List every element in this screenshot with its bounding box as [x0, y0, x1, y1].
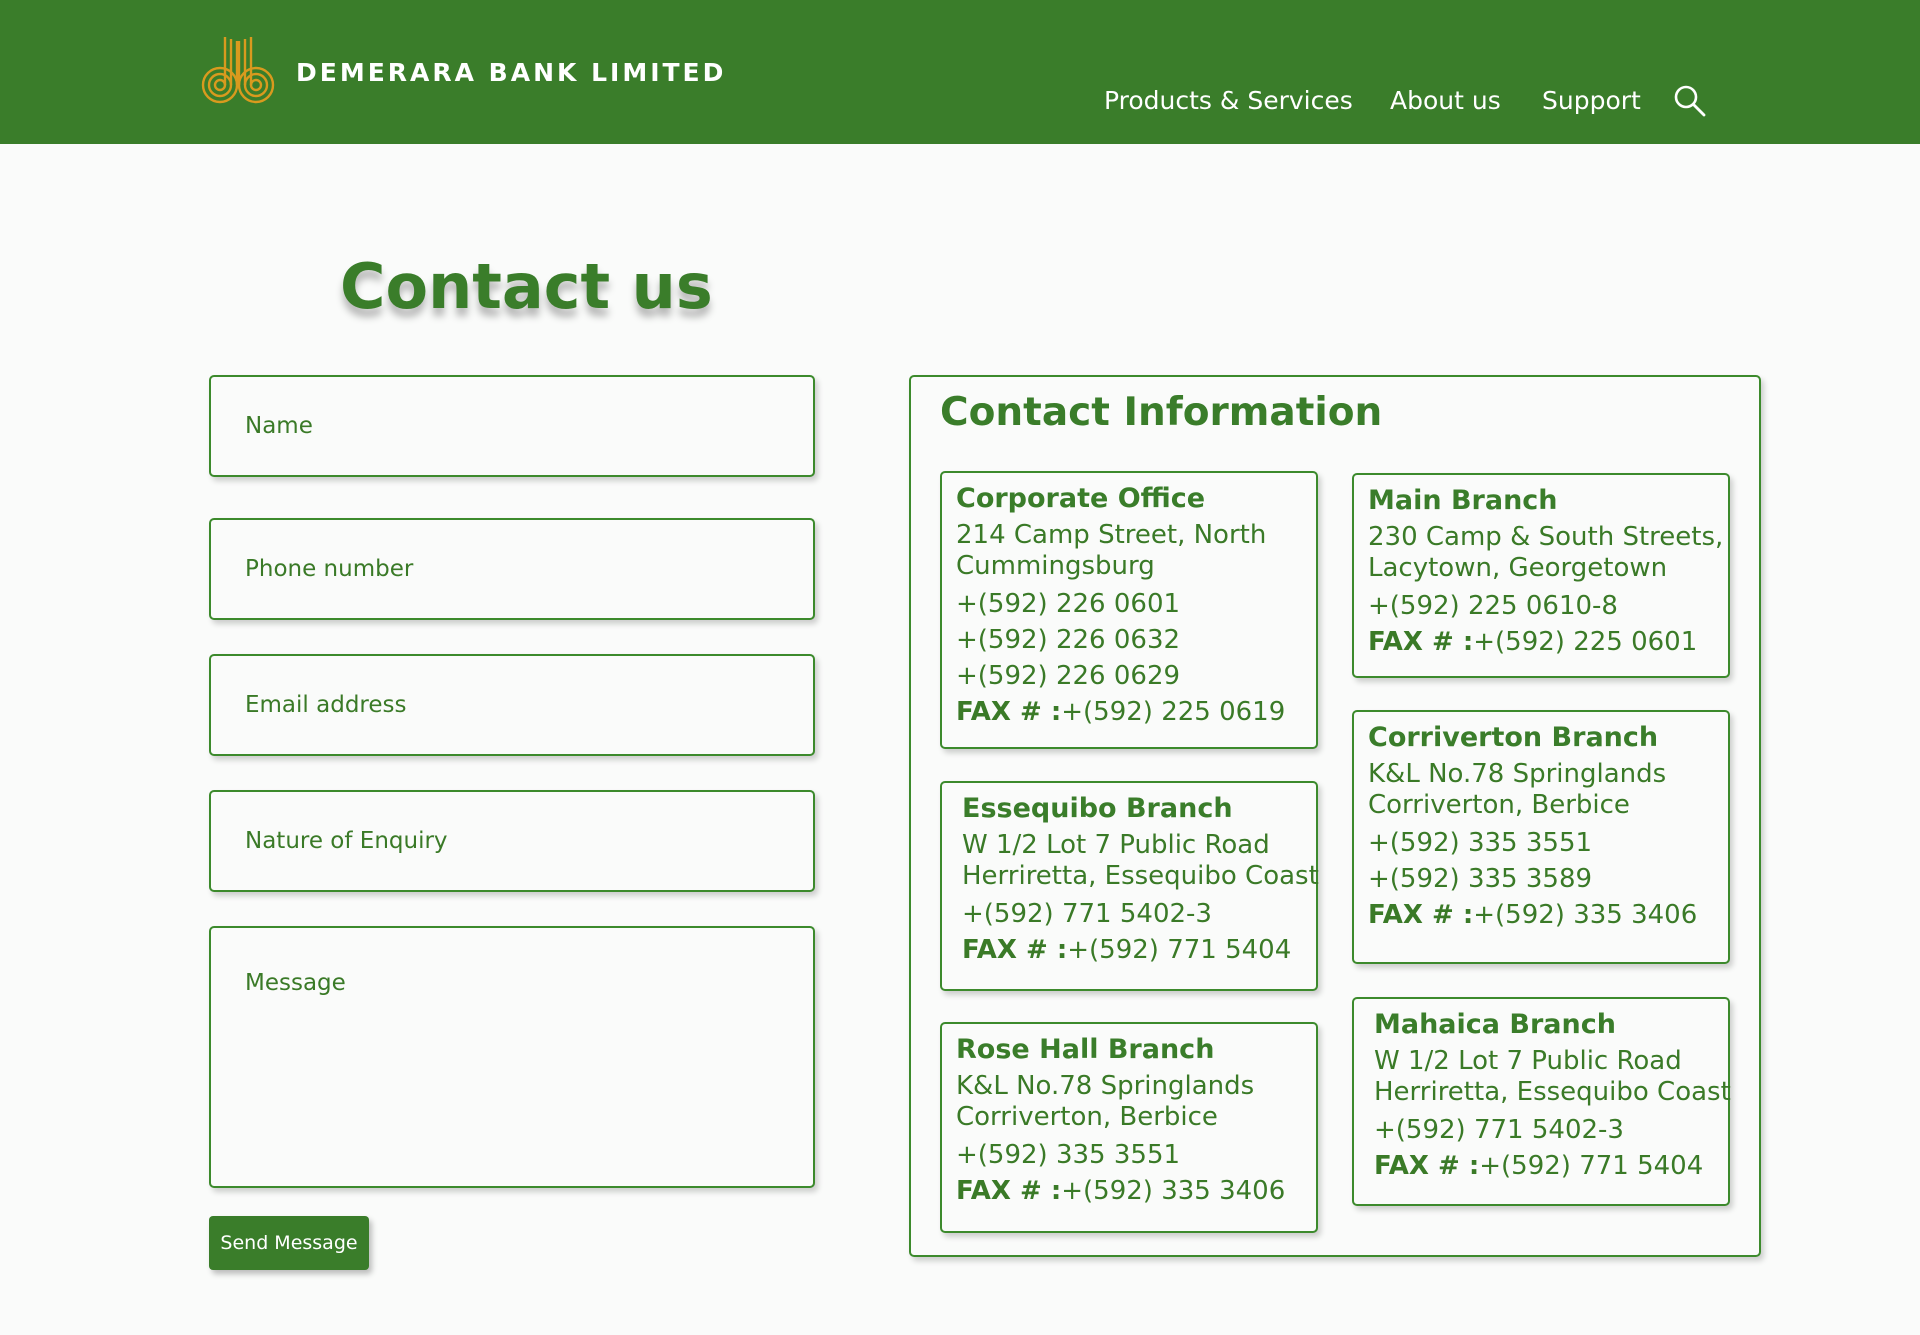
branch-name: Mahaica Branch	[1374, 1009, 1616, 1040]
phone-input[interactable]	[209, 518, 815, 620]
branch-card-corporate-office: Corporate Office 214 Camp Street, North …	[940, 471, 1318, 749]
phone-number[interactable]: +(592) 226 0629	[956, 658, 1304, 694]
fax-number: FAX # :+(592) 771 5404	[962, 932, 1304, 968]
name-input[interactable]	[209, 375, 815, 477]
fax-label: FAX # :	[962, 935, 1068, 965]
nav-about-us[interactable]: About us	[1390, 86, 1501, 115]
branch-address: W 1/2 Lot 7 Public Road Herriretta, Esse…	[1374, 1046, 1731, 1108]
address-line: W 1/2 Lot 7 Public Road	[1374, 1046, 1682, 1076]
fax-label: FAX # :	[1374, 1151, 1480, 1181]
header-bar: DEMERARA BANK LIMITED Products & Service…	[0, 0, 1920, 144]
address-line: Corriverton, Berbice	[1368, 790, 1630, 820]
address-line: 230 Camp & South Streets,	[1368, 522, 1724, 552]
phone-number[interactable]: +(592) 771 5402-3	[1374, 1112, 1716, 1148]
branch-address: K&L No.78 Springlands Corriverton, Berbi…	[956, 1071, 1304, 1133]
fax-value: +(592) 225 0601	[1473, 627, 1698, 657]
branch-address: 230 Camp & South Streets, Lacytown, Geor…	[1368, 522, 1724, 584]
fax-label: FAX # :	[1368, 627, 1474, 657]
send-message-button[interactable]: Send Message	[209, 1216, 369, 1270]
phone-number[interactable]: +(592) 225 0610-8	[1368, 588, 1716, 624]
address-line: 214 Camp Street, North	[956, 520, 1267, 550]
fax-number: FAX # :+(592) 335 3406	[1368, 897, 1716, 933]
fax-number: FAX # :+(592) 225 0619	[956, 694, 1304, 730]
address-line: Corriverton, Berbice	[956, 1102, 1218, 1132]
address-line: K&L No.78 Springlands	[1368, 759, 1667, 789]
address-line: W 1/2 Lot 7 Public Road	[962, 830, 1270, 860]
brand-name[interactable]: DEMERARA BANK LIMITED	[296, 58, 726, 87]
phone-number[interactable]: +(592) 226 0632	[956, 622, 1304, 658]
fax-label: FAX # :	[956, 1176, 1062, 1206]
phone-number[interactable]: +(592) 335 3589	[1368, 861, 1716, 897]
search-icon[interactable]	[1673, 84, 1707, 118]
branch-card-mahaica: Mahaica Branch W 1/2 Lot 7 Public Road H…	[1352, 997, 1731, 1206]
branch-card-rose-hall: Rose Hall Branch K&L No.78 Springlands C…	[940, 1022, 1318, 1233]
fax-label: FAX # :	[1368, 900, 1474, 930]
page-title: Contact us	[340, 250, 713, 323]
fax-number: FAX # :+(592) 225 0601	[1368, 624, 1716, 660]
address-line: Cummingsburg	[956, 551, 1155, 581]
phone-number[interactable]: +(592) 771 5402-3	[962, 896, 1304, 932]
branch-name: Essequibo Branch	[962, 793, 1233, 824]
branch-address: W 1/2 Lot 7 Public Road Herriretta, Esse…	[962, 830, 1319, 892]
branch-address: 214 Camp Street, North Cummingsburg	[956, 520, 1304, 582]
fax-number: FAX # :+(592) 771 5404	[1374, 1148, 1716, 1184]
email-input[interactable]	[209, 654, 815, 756]
phone-number[interactable]: +(592) 335 3551	[1368, 825, 1716, 861]
db-logo[interactable]	[198, 33, 278, 105]
contact-info-title: Contact Information	[940, 390, 1383, 435]
phone-number[interactable]: +(592) 335 3551	[956, 1137, 1304, 1173]
address-line: Herriretta, Essequibo Coast	[962, 861, 1319, 891]
enquiry-nature-input[interactable]	[209, 790, 815, 892]
fax-label: FAX # :	[956, 697, 1062, 727]
address-line: Herriretta, Essequibo Coast	[1374, 1077, 1731, 1107]
fax-value: +(592) 335 3406	[1061, 1176, 1286, 1206]
fax-value: +(592) 225 0619	[1061, 697, 1286, 727]
nav-support[interactable]: Support	[1542, 86, 1641, 115]
fax-value: +(592) 335 3406	[1473, 900, 1698, 930]
branch-card-main: Main Branch 230 Camp & South Streets, La…	[1352, 473, 1730, 678]
nav-products-services[interactable]: Products & Services	[1104, 86, 1353, 115]
phone-number[interactable]: +(592) 226 0601	[956, 586, 1304, 622]
branch-card-essequibo: Essequibo Branch W 1/2 Lot 7 Public Road…	[940, 781, 1319, 991]
address-line: K&L No.78 Springlands	[956, 1071, 1255, 1101]
branch-name: Corporate Office	[956, 483, 1206, 514]
address-line: Lacytown, Georgetown	[1368, 553, 1668, 583]
branch-card-corriverton: Corriverton Branch K&L No.78 Springlands…	[1352, 710, 1730, 964]
branch-address: K&L No.78 Springlands Corriverton, Berbi…	[1368, 759, 1716, 821]
branch-name: Main Branch	[1368, 485, 1558, 516]
branch-name: Corriverton Branch	[1368, 722, 1659, 753]
branch-name: Rose Hall Branch	[956, 1034, 1215, 1065]
message-textarea[interactable]	[209, 926, 815, 1188]
fax-value: +(592) 771 5404	[1479, 1151, 1704, 1181]
fax-value: +(592) 771 5404	[1067, 935, 1292, 965]
fax-number: FAX # :+(592) 335 3406	[956, 1173, 1304, 1209]
